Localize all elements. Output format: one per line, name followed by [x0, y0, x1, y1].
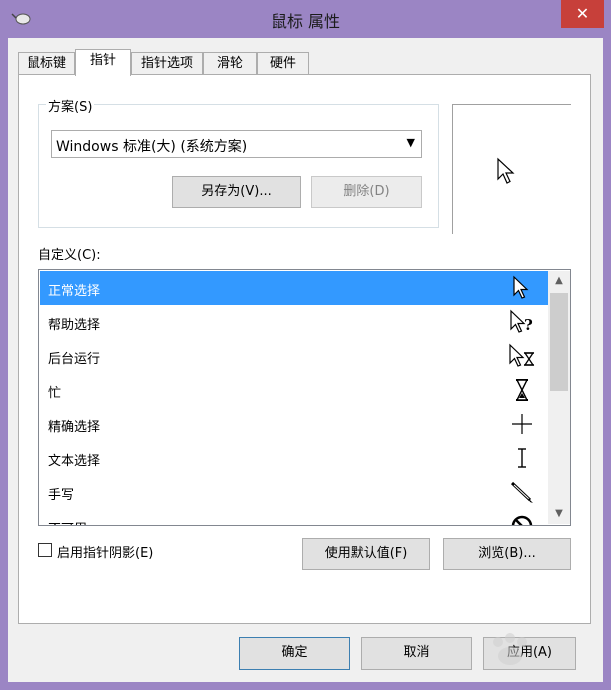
list-item[interactable]: 忙 — [40, 373, 548, 407]
help-cursor-icon: ? — [510, 309, 533, 334]
arrow-cursor-preview-icon — [497, 157, 515, 184]
scheme-groupbox — [38, 104, 439, 228]
scheme-label: 方案(S) — [46, 96, 95, 115]
cursor-preview — [452, 104, 571, 234]
ibeam-cursor-icon — [518, 448, 526, 468]
svg-text:?: ? — [524, 316, 533, 334]
chevron-down-icon: ▼ — [406, 136, 415, 149]
scheme-selected-value: Windows 标准(大) (系统方案) — [56, 139, 248, 155]
cursor-list[interactable]: 正常选择 帮助选择 ? 后台运行 忙 精确选择 文本选择 手写 ▲ ▼ — [38, 269, 571, 526]
list-item[interactable]: 不可用 — [40, 509, 548, 525]
scroll-up-icon[interactable]: ▲ — [548, 271, 570, 291]
tab-pointers[interactable]: 指针 — [75, 49, 131, 76]
close-button[interactable]: ✕ — [561, 0, 604, 28]
list-item[interactable]: 文本选择 — [40, 441, 548, 475]
cancel-button[interactable]: 取消 — [361, 637, 472, 670]
tab-hardware[interactable]: 硬件 — [257, 52, 309, 74]
window-title: 鼠标 属性 — [270, 12, 341, 31]
browse-button[interactable]: 浏览(B)... — [443, 538, 571, 570]
tab-pointer-options[interactable]: 指针选项 — [131, 52, 203, 74]
list-scrollbar[interactable]: ▲ ▼ — [548, 271, 570, 524]
save-as-button[interactable]: 另存为(V)... — [172, 176, 301, 208]
list-item[interactable]: 手写 — [40, 475, 548, 509]
list-item[interactable]: 正常选择 — [40, 271, 548, 305]
list-item[interactable]: 精确选择 — [40, 407, 548, 441]
list-item[interactable]: 帮助选择 ? — [40, 305, 548, 339]
delete-button[interactable]: 删除(D) — [311, 176, 422, 208]
use-default-button[interactable]: 使用默认值(F) — [302, 538, 430, 570]
pointer-shadow-label: 启用指针阴影(E) — [57, 546, 154, 561]
crosshair-cursor-icon — [512, 414, 532, 434]
baidu-watermark-logo — [493, 633, 527, 665]
arrow-cursor-icon — [513, 275, 529, 299]
pen-cursor-icon — [510, 481, 533, 503]
scroll-down-icon[interactable]: ▼ — [548, 504, 570, 524]
hourglass-cursor-icon — [515, 379, 529, 401]
scheme-dropdown[interactable]: Windows 标准(大) (系统方案) ▼ — [51, 130, 422, 158]
ok-button[interactable]: 确定 — [239, 637, 350, 670]
customize-label: 自定义(C): — [38, 248, 101, 263]
list-item[interactable]: 后台运行 — [40, 339, 548, 373]
unavailable-cursor-icon — [511, 515, 533, 525]
pointer-shadow-checkbox[interactable] — [38, 543, 52, 557]
tab-mouse-buttons[interactable]: 鼠标键 — [18, 52, 75, 74]
scrollbar-thumb[interactable] — [550, 293, 568, 391]
busy-background-cursor-icon — [509, 343, 535, 367]
tab-wheel[interactable]: 滑轮 — [203, 52, 257, 74]
